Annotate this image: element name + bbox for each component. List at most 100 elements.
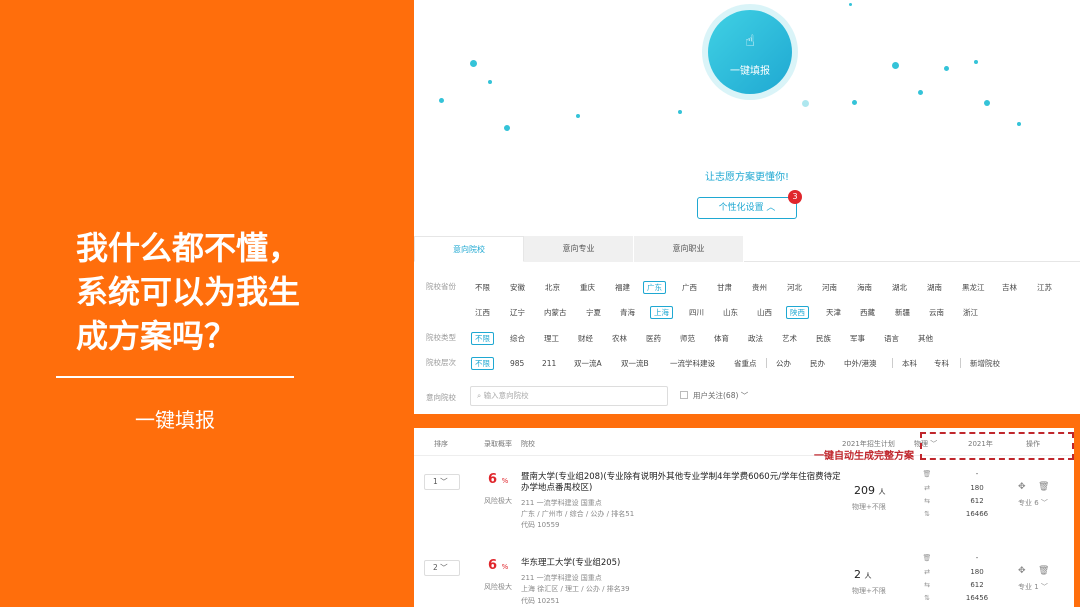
level-option[interactable]: 双一流B: [617, 357, 653, 370]
province-option[interactable]: 新疆: [891, 306, 914, 319]
follow-checkbox[interactable]: [680, 391, 688, 399]
type-option[interactable]: 综合: [506, 332, 529, 345]
decor-dot: [470, 60, 477, 67]
province-option[interactable]: 吉林: [998, 281, 1021, 294]
enrollment-plan: 2 人: [854, 568, 872, 581]
province-option[interactable]: 宁夏: [582, 306, 605, 319]
separator: [960, 358, 961, 368]
follow-label: 用户关注(68) ﹀: [693, 391, 749, 400]
school-search-input[interactable]: ⌕ 输入意向院校: [470, 386, 668, 406]
type-option[interactable]: 语言: [880, 332, 903, 345]
province-option[interactable]: 广西: [678, 281, 701, 294]
decor-dot: [504, 125, 510, 131]
order-select[interactable]: 1 ﹀: [424, 474, 460, 490]
province-option[interactable]: 浙江: [959, 306, 982, 319]
type-option[interactable]: 师范: [676, 332, 699, 345]
province-label: 院校省份: [426, 282, 456, 291]
level-option[interactable]: 双一流A: [570, 357, 606, 370]
type-option[interactable]: 不限: [471, 332, 494, 345]
province-option[interactable]: 陕西: [786, 306, 809, 319]
level-option[interactable]: 中外/港澳: [840, 357, 881, 370]
level-option[interactable]: 新增院校: [966, 357, 1004, 370]
province-option[interactable]: 上海: [650, 306, 673, 319]
major-count-dropdown[interactable]: 专业 6 ﹀: [1018, 498, 1048, 508]
subject-requirement: 物理+不限: [852, 503, 886, 511]
province-option[interactable]: 云南: [925, 306, 948, 319]
province-option[interactable]: 青海: [616, 306, 639, 319]
type-option[interactable]: 其他: [914, 332, 937, 345]
province-option[interactable]: 山东: [719, 306, 742, 319]
level-option[interactable]: 985: [506, 357, 528, 370]
type-option[interactable]: 政法: [744, 332, 767, 345]
province-option[interactable]: 江西: [471, 306, 494, 319]
type-option[interactable]: 财经: [574, 332, 597, 345]
tagline: 让志愿方案更懂你!: [704, 172, 789, 183]
province-option[interactable]: 不限: [471, 281, 494, 294]
one-click-fill-label: 一键填报: [730, 66, 770, 77]
type-option[interactable]: 理工: [540, 332, 563, 345]
province-option[interactable]: 内蒙古: [540, 306, 571, 319]
level-label: 院校层次: [426, 358, 456, 367]
delete-icon[interactable]: 🗑: [1038, 482, 1049, 492]
province-option[interactable]: 贵州: [748, 281, 771, 294]
province-filter-row-1: 院校省份 不限 安徽 北京 重庆 福建 广东 广西 甘肃 贵州 河北 河南 海南…: [414, 281, 1080, 295]
type-option[interactable]: 民族: [812, 332, 835, 345]
level-option[interactable]: 专科: [930, 357, 953, 370]
move-icon[interactable]: ✥: [1018, 566, 1026, 576]
province-option[interactable]: 辽宁: [506, 306, 529, 319]
year-value: 612: [970, 497, 984, 505]
personalize-settings-button[interactable]: 个性化设置 ︿: [697, 197, 797, 219]
province-option[interactable]: 海南: [853, 281, 876, 294]
level-option[interactable]: 民办: [806, 357, 829, 370]
order-select[interactable]: 2 ﹀: [424, 560, 460, 576]
level-option[interactable]: 一流学科建设: [666, 357, 719, 370]
level-option[interactable]: 不限: [471, 357, 494, 370]
type-option[interactable]: 医药: [642, 332, 665, 345]
province-option[interactable]: 北京: [541, 281, 564, 294]
level-option[interactable]: 本科: [898, 357, 921, 370]
type-option[interactable]: 农林: [608, 332, 631, 345]
move-icon[interactable]: ✥: [1018, 482, 1026, 492]
province-option[interactable]: 河北: [783, 281, 806, 294]
level-option[interactable]: 公办: [772, 357, 795, 370]
trash-icon: 🗑: [922, 470, 932, 478]
province-option[interactable]: 福建: [611, 281, 634, 294]
delete-icon[interactable]: 🗑: [1038, 566, 1049, 576]
type-option[interactable]: 艺术: [778, 332, 801, 345]
major-count-dropdown[interactable]: 专业 1 ﹀: [1018, 582, 1048, 592]
province-option[interactable]: 山西: [753, 306, 776, 319]
search-placeholder: 输入意向院校: [483, 391, 529, 400]
tab-intended-career[interactable]: 意向职业: [634, 236, 744, 262]
province-option[interactable]: 河南: [818, 281, 841, 294]
school-name[interactable]: 暨南大学(专业组208)(专业除有说明外其他专业学制4年学费6060元/学年住宿…: [521, 472, 841, 494]
tab-intended-school[interactable]: 意向院校: [414, 236, 524, 262]
province-option[interactable]: 四川: [685, 306, 708, 319]
user-follow-filter[interactable]: 用户关注(68) ﹀: [680, 390, 748, 401]
province-option[interactable]: 安徽: [506, 281, 529, 294]
one-click-fill-button[interactable]: ☝ 一键填报: [708, 10, 792, 94]
tab-intended-major[interactable]: 意向专业: [524, 236, 634, 262]
province-option[interactable]: 黑龙江: [958, 281, 989, 294]
level-option[interactable]: 省重点: [730, 357, 761, 370]
hand-pointer-icon: ☝: [745, 31, 755, 50]
province-option[interactable]: 江苏: [1033, 281, 1056, 294]
headline-line-2: 系统可以为我生: [76, 273, 301, 311]
province-option[interactable]: 湖南: [923, 281, 946, 294]
province-option[interactable]: 重庆: [576, 281, 599, 294]
province-option[interactable]: 天津: [822, 306, 845, 319]
level-option[interactable]: 211: [538, 357, 560, 370]
type-option[interactable]: 军事: [846, 332, 869, 345]
school-name[interactable]: 华东理工大学(专业组205): [521, 558, 841, 569]
score-icon: ⇆: [924, 581, 930, 589]
annotation-dashed-box: [920, 432, 1074, 460]
province-option[interactable]: 西藏: [856, 306, 879, 319]
level-filter-row: 院校层次 不限 985 211 双一流A 双一流B 一流学科建设 省重点 公办 …: [414, 357, 1080, 371]
province-option[interactable]: 湖北: [888, 281, 911, 294]
enrollment-plan: 209 人: [854, 484, 886, 497]
divider: [56, 376, 294, 378]
province-option[interactable]: 广东: [643, 281, 666, 294]
school-filter-row: 意向院校: [414, 392, 474, 406]
type-option[interactable]: 体育: [710, 332, 733, 345]
province-option[interactable]: 甘肃: [713, 281, 736, 294]
admission-probability: 6 %: [488, 472, 509, 487]
